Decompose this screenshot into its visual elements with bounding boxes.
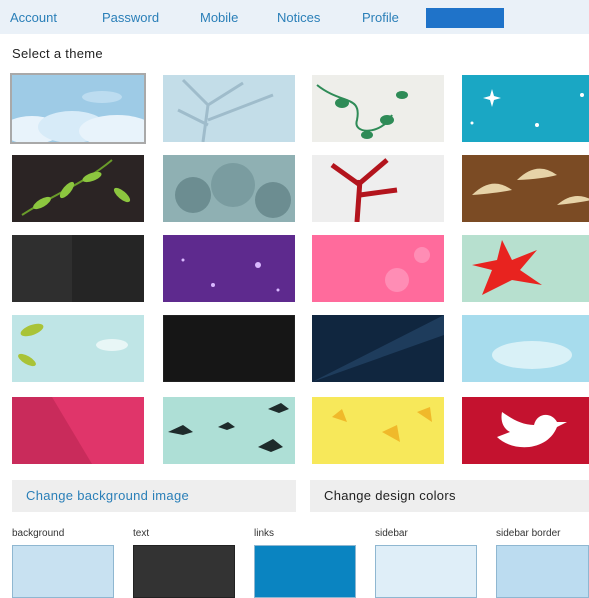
change-design-colors-button[interactable]: Change design colors <box>310 480 589 512</box>
theme-thumb-teal-foliage[interactable] <box>163 155 295 222</box>
theme-thumb-birds-on-mint[interactable] <box>163 397 295 464</box>
theme-thumb-winter-tree[interactable] <box>163 75 295 142</box>
theme-thumb-purple-sparkle[interactable] <box>163 235 295 302</box>
theme-thumb-twitter-bird[interactable] <box>462 397 589 464</box>
theme-thumb-dark-grunge[interactable] <box>12 235 144 302</box>
sky-clouds-image <box>12 75 144 142</box>
theme-thumb-pink-flowers[interactable] <box>312 235 444 302</box>
theme-thumb-sky-clouds[interactable] <box>10 73 146 144</box>
aqua-stars-image <box>462 75 589 142</box>
tab-notices[interactable]: Notices <box>277 10 320 25</box>
winter-tree-image <box>163 75 295 142</box>
red-plant-image <box>312 155 444 222</box>
theme-thumb-red-maple[interactable] <box>462 235 589 302</box>
theme-thumb-green-vine[interactable] <box>312 75 444 142</box>
theme-thumb-yellow-leaves[interactable] <box>312 397 444 464</box>
theme-thumb-light-cloud-leaves[interactable] <box>12 315 144 382</box>
background-color-swatch[interactable] <box>12 545 114 598</box>
theme-thumb-brown-birds[interactable] <box>462 155 589 222</box>
sidebar-border-color-swatch[interactable] <box>496 545 589 598</box>
navy-rays-image <box>312 315 444 382</box>
label-sidebar: sidebar <box>375 528 408 539</box>
theme-thumb-sky-blue-clouds[interactable] <box>462 315 589 382</box>
pink-flowers-image <box>312 235 444 302</box>
dark-grunge-image <box>12 235 144 302</box>
label-text: text <box>133 528 150 539</box>
tab-design-active[interactable] <box>426 8 504 28</box>
teal-foliage-image <box>163 155 295 222</box>
birds-on-mint-image <box>163 397 295 464</box>
label-sidebar-border: sidebar border <box>496 528 561 539</box>
select-theme-heading: Select a theme <box>12 46 103 61</box>
twitter-bird-image <box>462 397 589 464</box>
theme-thumb-red-plant[interactable] <box>312 155 444 222</box>
text-color-swatch[interactable] <box>133 545 235 598</box>
settings-tabs: Account Password Mobile Notices Profile <box>0 0 589 34</box>
links-color-swatch[interactable] <box>254 545 356 598</box>
yellow-leaves-image <box>312 397 444 464</box>
light-cloud-leaves-image <box>12 315 144 382</box>
crimson-diagonal-image <box>12 397 144 464</box>
tab-profile[interactable]: Profile <box>362 10 399 25</box>
purple-sparkle-image <box>163 235 295 302</box>
theme-thumb-black-hex[interactable] <box>163 315 295 382</box>
theme-thumb-crimson-diagonal[interactable] <box>12 397 144 464</box>
theme-thumb-aqua-stars[interactable] <box>462 75 589 142</box>
tab-password[interactable]: Password <box>102 10 159 25</box>
tab-account[interactable]: Account <box>10 10 57 25</box>
leaves-on-dark-image <box>12 155 144 222</box>
label-links: links <box>254 528 275 539</box>
black-hex-image <box>163 315 295 382</box>
theme-thumb-navy-rays[interactable] <box>312 315 444 382</box>
tab-mobile[interactable]: Mobile <box>200 10 238 25</box>
green-vine-image <box>312 75 444 142</box>
brown-birds-image <box>462 155 589 222</box>
sidebar-color-swatch[interactable] <box>375 545 477 598</box>
theme-thumb-leaves-on-dark[interactable] <box>12 155 144 222</box>
change-background-image-button[interactable]: Change background image <box>12 480 296 512</box>
sky-blue-clouds-image <box>462 315 589 382</box>
label-background: background <box>12 528 65 539</box>
red-maple-image <box>462 235 589 302</box>
